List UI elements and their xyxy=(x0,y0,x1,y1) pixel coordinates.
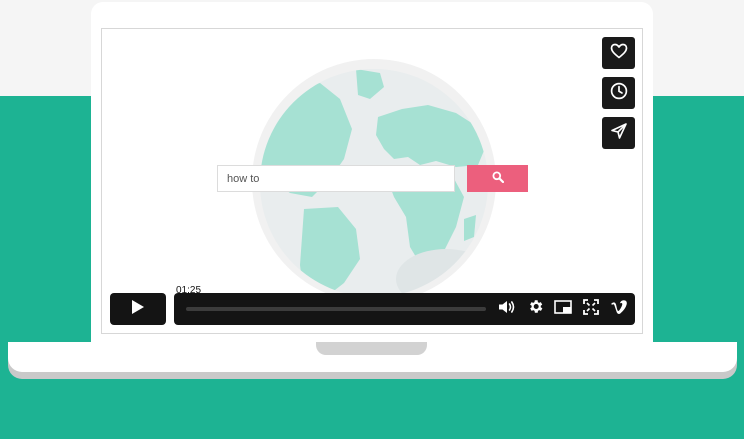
watch-later-button[interactable] xyxy=(602,77,635,109)
heart-icon xyxy=(610,43,628,64)
fullscreen-icon xyxy=(583,298,599,320)
play-icon xyxy=(131,299,145,320)
pip-button[interactable] xyxy=(554,299,572,320)
picture-in-picture-icon xyxy=(554,299,572,320)
search-button[interactable] xyxy=(467,165,528,192)
clock-icon xyxy=(610,82,628,105)
gear-icon xyxy=(527,298,544,320)
search-input[interactable]: how to xyxy=(217,165,455,192)
vimeo-logo-link[interactable] xyxy=(610,299,628,320)
progress-bar[interactable] xyxy=(186,307,486,311)
control-bar xyxy=(174,293,635,325)
volume-icon xyxy=(498,299,516,320)
search-icon xyxy=(492,170,504,188)
like-button[interactable] xyxy=(602,37,635,69)
volume-button[interactable] xyxy=(498,300,516,318)
play-button[interactable] xyxy=(110,293,166,325)
laptop-notch xyxy=(316,342,427,355)
video-player[interactable]: how to 01:25 xyxy=(101,28,643,334)
share-button[interactable] xyxy=(602,117,635,149)
vimeo-icon xyxy=(610,299,628,320)
paper-plane-icon xyxy=(610,122,628,145)
settings-button[interactable] xyxy=(526,300,544,318)
fullscreen-button[interactable] xyxy=(582,298,600,320)
